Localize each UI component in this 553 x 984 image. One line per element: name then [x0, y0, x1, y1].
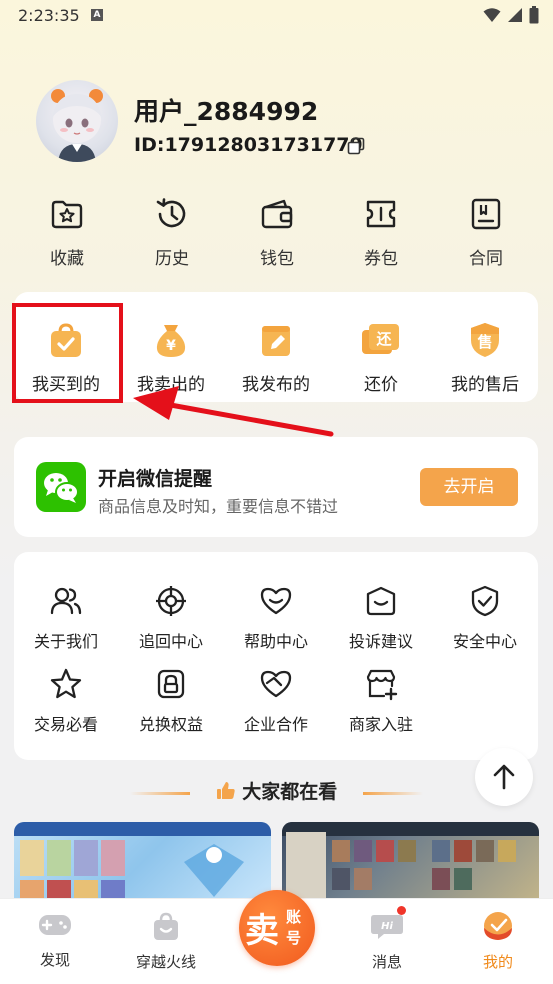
- quick-actions-row: 收藏 历史 钱包 券包 合同: [0, 196, 553, 269]
- signal-icon: [508, 8, 522, 22]
- svg-text:¥: ¥: [166, 338, 176, 354]
- bag-icon: [154, 912, 178, 940]
- service-recovery-center[interactable]: 追回中心: [119, 584, 223, 652]
- avatar[interactable]: [36, 80, 118, 162]
- quick-item-favorites[interactable]: 收藏: [27, 196, 107, 269]
- nav-label: 我的: [482, 953, 513, 971]
- wechat-reminder-card: 开启微信提醒 商品信息及时知，重要信息不错过 去开启: [14, 437, 538, 537]
- service-label: 企业合作: [243, 715, 308, 734]
- complaint-icon: [366, 586, 396, 616]
- thumbs-up-icon: [216, 782, 235, 799]
- message-icon: Hi: [371, 915, 403, 939]
- service-merchant-join[interactable]: 商家入驻: [329, 667, 433, 735]
- help-heart-icon: [260, 587, 292, 615]
- profile-icon: [484, 912, 512, 940]
- bargain-icon: 还: [362, 324, 399, 354]
- quick-item-label: 历史: [155, 249, 189, 269]
- star-folder-icon: [51, 200, 83, 229]
- sell-button-small-char: 账: [286, 908, 302, 926]
- status-time: 2:23:35: [18, 6, 80, 25]
- quick-item-label: 合同: [469, 249, 503, 269]
- message-badge-dot: [397, 906, 406, 915]
- listing-thumbnail-image: [282, 822, 539, 902]
- target-icon: [156, 586, 186, 616]
- service-label: 兑换权益: [138, 715, 203, 734]
- service-security-center[interactable]: 安全中心: [433, 584, 537, 652]
- service-label: 关于我们: [33, 632, 98, 651]
- enable-wechat-button[interactable]: 去开启: [420, 468, 518, 506]
- status-a-badge: A: [91, 9, 103, 21]
- nav-crossfire[interactable]: 穿越火线: [116, 911, 216, 972]
- listing-thumbnail[interactable]: [14, 822, 271, 902]
- sell-button-big-char: 卖: [245, 911, 279, 951]
- users-icon: [50, 587, 82, 615]
- listing-thumbnail[interactable]: [282, 822, 539, 902]
- nav-label: 消息: [371, 953, 402, 971]
- quick-item-contracts[interactable]: 合同: [446, 196, 526, 269]
- bargain-icon-glyph: 还: [375, 330, 392, 348]
- avatar-image-icon: [51, 89, 103, 162]
- shield-icon: [471, 585, 499, 617]
- publish-icon: [262, 326, 290, 356]
- quick-item-coupons[interactable]: 券包: [341, 196, 421, 269]
- service-label: 交易必看: [33, 715, 98, 734]
- service-label: 安全中心: [452, 632, 517, 651]
- svg-text:Hi: Hi: [381, 921, 393, 932]
- handshake-icon: [260, 670, 292, 698]
- order-item-bargain[interactable]: 还 还价: [329, 320, 433, 395]
- wifi-icon: [483, 8, 501, 22]
- star-icon: [50, 668, 82, 699]
- service-trade-guide[interactable]: 交易必看: [14, 667, 118, 735]
- service-about-us[interactable]: 关于我们: [14, 584, 118, 652]
- highlight-box: [12, 303, 123, 403]
- money-bag-icon: ¥: [156, 325, 186, 357]
- after-sale-icon-glyph: 售: [477, 333, 492, 351]
- wechat-title: 开启微信提醒: [98, 468, 213, 490]
- status-bar: 2:23:35 A: [0, 0, 553, 32]
- sell-account-button[interactable]: 卖 账 号: [239, 890, 315, 966]
- service-help-center[interactable]: 帮助中心: [224, 584, 328, 652]
- after-sale-icon: 售: [471, 323, 499, 357]
- coupon-icon: [366, 200, 396, 228]
- quick-item-label: 收藏: [50, 249, 84, 269]
- copy-icon[interactable]: [347, 137, 365, 155]
- nav-mine[interactable]: 我的: [448, 911, 548, 972]
- username: 用户_2884992: [134, 97, 319, 126]
- service-enterprise[interactable]: 企业合作: [224, 667, 328, 735]
- order-item-after-sale[interactable]: 售 我的售后: [433, 320, 537, 395]
- order-item-label: 还价: [364, 375, 398, 395]
- listing-thumbnail-image: [14, 822, 271, 902]
- services-card: 关于我们 追回中心 帮助中心 投诉建议 安全中心 交易必看 兑换权益 企业合作 …: [14, 552, 538, 760]
- quick-item-history[interactable]: 历史: [132, 196, 212, 269]
- nav-discover[interactable]: 发现: [5, 911, 105, 970]
- battery-icon: [529, 6, 539, 24]
- nav-messages[interactable]: Hi 消息: [337, 911, 437, 972]
- service-label: 商家入驻: [348, 715, 413, 734]
- contract-icon: [471, 198, 501, 230]
- order-item-label: 我的售后: [451, 375, 519, 395]
- user-id: ID:179128031731779: [134, 134, 363, 156]
- nav-label: 穿越火线: [135, 953, 196, 971]
- quick-item-wallet[interactable]: 钱包: [237, 196, 317, 269]
- wechat-icon: [36, 462, 86, 512]
- wechat-desc: 商品信息及时知，重要信息不错过: [98, 497, 339, 516]
- service-complaints[interactable]: 投诉建议: [329, 584, 433, 652]
- service-redeem-benefits[interactable]: 兑换权益: [119, 667, 223, 735]
- store-icon: [366, 669, 398, 701]
- lock-icon: [157, 669, 185, 699]
- service-label: 追回中心: [138, 632, 203, 651]
- section-title: 大家都在看: [0, 777, 553, 804]
- status-icons: [483, 6, 539, 24]
- red-arrow-annotation: [133, 386, 334, 437]
- nav-label: 发现: [39, 951, 70, 969]
- sell-button-small-char: 号: [286, 929, 302, 947]
- service-label: 帮助中心: [243, 632, 308, 651]
- service-label: 投诉建议: [348, 632, 413, 651]
- section-title-text: 大家都在看: [242, 781, 338, 803]
- wallet-icon: [261, 199, 293, 229]
- quick-item-label: 券包: [364, 249, 398, 269]
- quick-item-label: 钱包: [260, 249, 294, 269]
- history-icon: [156, 198, 186, 228]
- gamepad-icon: [39, 915, 71, 935]
